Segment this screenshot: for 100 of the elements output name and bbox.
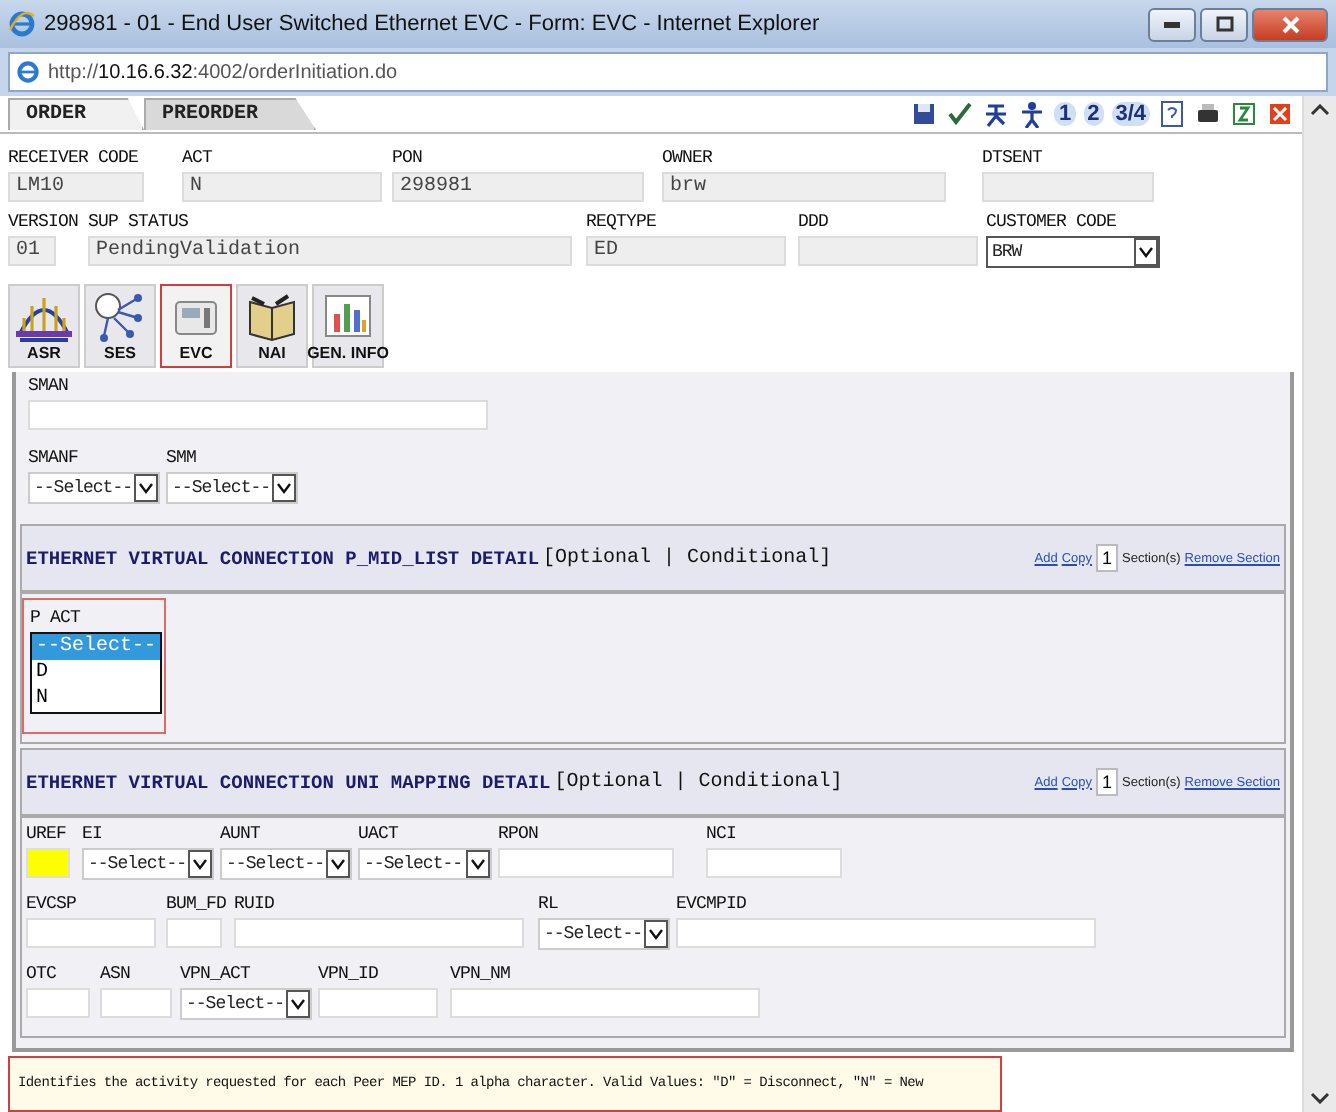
dropdown[interactable]: --Select-- [82, 848, 215, 880]
field-label: RPON [498, 822, 539, 846]
input-field[interactable] [450, 988, 761, 1018]
chevron-down-icon [290, 998, 307, 1010]
browser-logo-icon [16, 60, 40, 84]
close-button[interactable] [1252, 7, 1328, 41]
chevron-down-icon [192, 858, 209, 870]
dropdown[interactable]: --Select-- [220, 848, 353, 880]
browser-logo-icon [8, 10, 36, 38]
bar-chart-icon [320, 290, 376, 342]
chevron-down-icon [648, 928, 665, 940]
field-label: SMM [166, 446, 197, 470]
input-field[interactable] [498, 848, 675, 878]
field-label: UACT [358, 822, 399, 846]
field-label: CUSTOMER CODE [986, 210, 1117, 234]
input-field[interactable] [100, 988, 172, 1018]
input-field[interactable]: brw [662, 172, 946, 202]
maximize-button[interactable] [1200, 7, 1248, 41]
section-count-field[interactable]: 1 [1096, 544, 1119, 572]
field-label: DDD [798, 210, 829, 234]
dropdown[interactable]: --Select-- [358, 848, 493, 880]
field-label: SMANF [28, 446, 79, 470]
field-label: OTC [26, 962, 57, 986]
field-label: SUP STATUS [88, 210, 189, 234]
chevron-down-icon [330, 858, 347, 870]
dropdown[interactable]: --Select-- [538, 918, 671, 950]
field-label: EVCMPID [676, 892, 747, 916]
section-count-field[interactable]: 1 [1096, 768, 1119, 796]
close-icon [1281, 15, 1299, 33]
input-field[interactable]: N [182, 172, 382, 202]
scroll-down-icon[interactable] [1310, 1092, 1330, 1104]
dropdown[interactable]: BRW [986, 236, 1160, 268]
field-label: VPN_ACT [180, 962, 251, 986]
printer-icon[interactable] [1194, 100, 1222, 128]
minimize-icon [1164, 21, 1180, 27]
input-field[interactable] [706, 848, 843, 878]
book-icon [244, 290, 300, 342]
input-field[interactable]: 298981 [392, 172, 644, 202]
form-tab[interactable]: EVC [160, 284, 232, 368]
field-label: VERSION [8, 210, 79, 234]
person-icon[interactable] [1018, 100, 1047, 128]
page-button[interactable]: 3/4 [1111, 102, 1150, 126]
required-input-field[interactable] [26, 848, 70, 878]
input-field[interactable] [798, 236, 978, 266]
field-label: RL [538, 892, 559, 916]
page-button[interactable]: 2 [1083, 102, 1104, 126]
dropdown[interactable]: --Select-- [166, 472, 299, 504]
field-label: AUNT [220, 822, 261, 846]
close-icon[interactable] [1266, 100, 1294, 128]
input-field[interactable] [166, 918, 222, 948]
section-title: ETHERNET VIRTUAL CONNECTION UNI MAPPING DETAIL [26, 771, 551, 793]
input-field[interactable] [26, 988, 90, 1018]
section-title: ETHERNET VIRTUAL CONNECTION P_MID_LIST DETAIL [26, 547, 540, 569]
input-field[interactable]: LM10 [8, 172, 144, 202]
dropdown[interactable]: --Select-- [180, 988, 313, 1020]
spreadsheet-icon[interactable] [1230, 100, 1258, 128]
window-title: 298981 - 01 - End User Switched Ethernet EVC - Form: EVC - Internet Explorer [44, 12, 822, 36]
scroll-up-icon[interactable] [1310, 104, 1330, 116]
field-label: SMAN [28, 374, 69, 398]
form-tab[interactable]: SES [84, 284, 156, 368]
field-label: ASN [100, 962, 131, 986]
form-tab[interactable]: ASR [8, 284, 80, 368]
field-label: UREF [26, 822, 67, 846]
dropdown-option[interactable]: N [32, 686, 160, 712]
chevron-down-icon [276, 482, 293, 494]
field-label: REQTYPE [586, 210, 657, 234]
field-label: NCI [706, 822, 737, 846]
maximize-icon [1215, 16, 1233, 32]
input-field[interactable] [28, 400, 488, 430]
scrollbar[interactable] [1302, 96, 1336, 1112]
field-label: EI [82, 822, 103, 846]
dropdown[interactable]: --Select-- [28, 472, 161, 504]
field-label: EVCSP [26, 892, 77, 916]
help-icon[interactable] [1158, 100, 1186, 128]
minimize-button[interactable] [1148, 7, 1196, 41]
field-label: DTSENT [982, 146, 1043, 170]
field-label: VPN_ID [318, 962, 379, 986]
tab[interactable]: PREORDER [144, 98, 317, 130]
field-label: RUID [234, 892, 275, 916]
form-tab[interactable]: GEN. INFO [312, 284, 384, 368]
chevron-down-icon [138, 482, 155, 494]
input-field[interactable] [318, 988, 439, 1018]
input-field[interactable] [26, 918, 156, 948]
section-qualifier: [Optional | Conditional] [543, 547, 832, 569]
chevron-down-icon [470, 858, 487, 870]
save-icon[interactable] [910, 100, 939, 128]
tab[interactable]: ORDER [8, 98, 145, 130]
input-field[interactable]: PendingValidation [88, 236, 572, 266]
input-field[interactable] [676, 918, 1097, 948]
dropdown-option[interactable]: D [32, 660, 160, 686]
form-tab[interactable]: NAI [236, 284, 308, 368]
input-field[interactable]: 01 [8, 236, 56, 266]
input-field[interactable] [234, 918, 524, 948]
input-field[interactable] [982, 172, 1154, 202]
url-text: http://10.16.6.32:4002/orderInitiation.do [48, 61, 398, 83]
input-field[interactable]: ED [586, 236, 786, 266]
check-icon[interactable] [946, 100, 975, 128]
page-button[interactable]: 1 [1054, 102, 1076, 126]
field-label: ACT [182, 146, 213, 170]
address-bar[interactable]: http://10.16.6.32:4002/orderInitiation.do [8, 52, 1328, 92]
